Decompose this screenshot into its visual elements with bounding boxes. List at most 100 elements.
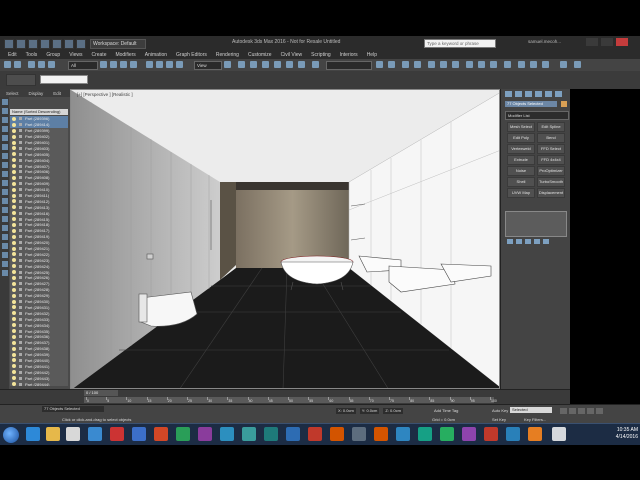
track-bar[interactable]: 0 5 10 15 20 25 30 35 40 45 50 55 60 65 70 75 80 85 90 95 10…: [84, 397, 497, 403]
sync-icon[interactable]: [1, 243, 8, 249]
named-selection-sets-dropdown[interactable]: [326, 61, 372, 70]
visibility-bulb-icon[interactable]: [12, 116, 16, 121]
menu-graph-editors[interactable]: Graph Editors: [176, 52, 207, 58]
visibility-bulb-icon[interactable]: [12, 187, 16, 192]
visibility-bulb-icon[interactable]: [12, 122, 16, 127]
visibility-bulb-icon[interactable]: [12, 275, 16, 280]
render-setup-icon[interactable]: [466, 61, 473, 68]
filter-lights-icon[interactable]: [1, 117, 8, 123]
modeling-ribbon-icon[interactable]: [6, 74, 36, 86]
visibility-bulb-icon[interactable]: [12, 264, 16, 269]
perspective-viewport[interactable]: [+] [Perspective ] [Realistic ]: [70, 89, 500, 389]
invert-display-icon[interactable]: [1, 198, 8, 204]
extra-tool-icon[interactable]: [560, 61, 567, 68]
powerpoint-icon[interactable]: [154, 427, 168, 441]
autodesk-app-icon[interactable]: [308, 427, 322, 441]
search-input[interactable]: Type a keyword or phrase: [424, 39, 496, 48]
explorer-tab-edit[interactable]: Edit: [53, 91, 61, 96]
revit-icon[interactable]: [286, 427, 300, 441]
visibility-bulb-icon[interactable]: [12, 146, 16, 151]
activeshade-icon[interactable]: [518, 61, 525, 68]
redo-icon[interactable]: [64, 39, 74, 49]
visibility-bulb-icon[interactable]: [12, 358, 16, 363]
render-production-icon[interactable]: [490, 61, 497, 68]
visibility-bulb-icon[interactable]: [12, 211, 16, 216]
project-icon[interactable]: [76, 39, 86, 49]
utility-app-2-icon[interactable]: [440, 427, 454, 441]
file-explorer-icon[interactable]: [46, 427, 60, 441]
visibility-bulb-icon[interactable]: [12, 246, 16, 251]
forms-app-icon[interactable]: [374, 427, 388, 441]
visibility-bulb-icon[interactable]: [12, 140, 16, 145]
undo-icon[interactable]: [52, 39, 62, 49]
menu-scripting[interactable]: Scripting: [311, 52, 330, 58]
modifier-button[interactable]: Bend: [537, 133, 565, 143]
rotate-icon[interactable]: [156, 61, 163, 68]
modifier-button[interactable]: Shell: [507, 177, 535, 187]
y-coordinate-field[interactable]: Y: 0.0cm: [359, 408, 380, 414]
unlink-icon[interactable]: [38, 61, 45, 68]
system-clock[interactable]: 10:35 AM 4/14/2016: [604, 427, 638, 441]
modifier-button[interactable]: Edit Poly: [507, 133, 535, 143]
fusion-icon[interactable]: [330, 427, 344, 441]
app-icon[interactable]: [88, 427, 102, 441]
angle-snap-icon[interactable]: [274, 61, 281, 68]
modifier-button[interactable]: Mesh Select: [507, 122, 535, 132]
undo-icon[interactable]: [4, 61, 11, 68]
pivot-center-icon[interactable]: [224, 61, 231, 68]
rendered-frame-window-icon[interactable]: [478, 61, 485, 68]
visibility-bulb-icon[interactable]: [12, 228, 16, 233]
onenote-2-icon[interactable]: [462, 427, 476, 441]
visibility-bulb-icon[interactable]: [12, 164, 16, 169]
modifier-list-dropdown[interactable]: Modifier List: [505, 111, 569, 120]
menu-group[interactable]: Group: [46, 52, 60, 58]
percent-snap-icon[interactable]: [286, 61, 293, 68]
visibility-bulb-icon[interactable]: [12, 205, 16, 210]
link-icon[interactable]: [28, 61, 35, 68]
modify-tab-icon[interactable]: [515, 91, 522, 97]
modifier-button[interactable]: Extrude: [507, 155, 535, 165]
visibility-bulb-icon[interactable]: [12, 317, 16, 322]
modifier-button[interactable]: Vertexweld: [507, 144, 535, 154]
object-color-swatch[interactable]: [561, 101, 567, 107]
visibility-bulb-icon[interactable]: [12, 376, 16, 381]
select-manipulate-icon[interactable]: [238, 61, 245, 68]
close-button[interactable]: [616, 38, 628, 46]
menu-create[interactable]: Create: [91, 52, 106, 58]
visibility-bulb-icon[interactable]: [12, 364, 16, 369]
modifier-button[interactable]: UVW Map: [507, 188, 535, 198]
frame-counter[interactable]: 0 / 100: [84, 390, 118, 396]
visibility-bulb-icon[interactable]: [12, 305, 16, 310]
display-none-icon[interactable]: [1, 189, 8, 195]
excel-icon[interactable]: [176, 427, 190, 441]
options-icon[interactable]: [1, 252, 8, 258]
remove-modifier-icon[interactable]: [534, 239, 540, 244]
select-by-name-icon[interactable]: [110, 61, 117, 68]
menu-edit[interactable]: Edit: [8, 52, 17, 58]
modifier-button[interactable]: Edit Spline: [537, 122, 565, 132]
next-frame-icon[interactable]: [587, 408, 594, 414]
save-icon[interactable]: [40, 39, 50, 49]
go-to-end-icon[interactable]: [596, 408, 603, 414]
visibility-bulb-icon[interactable]: [12, 222, 16, 227]
coordinate-system-dropdown[interactable]: View: [194, 61, 222, 70]
explorer-row[interactable]: Part (289444): [10, 381, 68, 386]
utilities-tab-icon[interactable]: [555, 91, 562, 97]
explorer-tab-select[interactable]: Select: [6, 91, 19, 96]
modifier-button[interactable]: Noise: [507, 166, 535, 176]
visibility-bulb-icon[interactable]: [12, 370, 16, 375]
maximize-button[interactable]: [601, 38, 613, 46]
filter-geometry-icon[interactable]: [1, 99, 8, 105]
set-key-button[interactable]: Set Key: [492, 417, 506, 422]
explorer-column-header[interactable]: Name (Sorted Descending): [10, 109, 68, 115]
visibility-bulb-icon[interactable]: [12, 169, 16, 174]
visibility-bulb-icon[interactable]: [12, 311, 16, 316]
camtasia-icon[interactable]: [418, 427, 432, 441]
add-time-tag[interactable]: Add Time Tag: [434, 408, 458, 413]
display-all-icon[interactable]: [1, 180, 8, 186]
visibility-bulb-icon[interactable]: [12, 252, 16, 257]
filter-groups-icon[interactable]: [1, 153, 8, 159]
material-editor-icon[interactable]: [452, 61, 459, 68]
modifier-button[interactable]: ProOptimizer: [537, 166, 565, 176]
visibility-bulb-icon[interactable]: [12, 199, 16, 204]
